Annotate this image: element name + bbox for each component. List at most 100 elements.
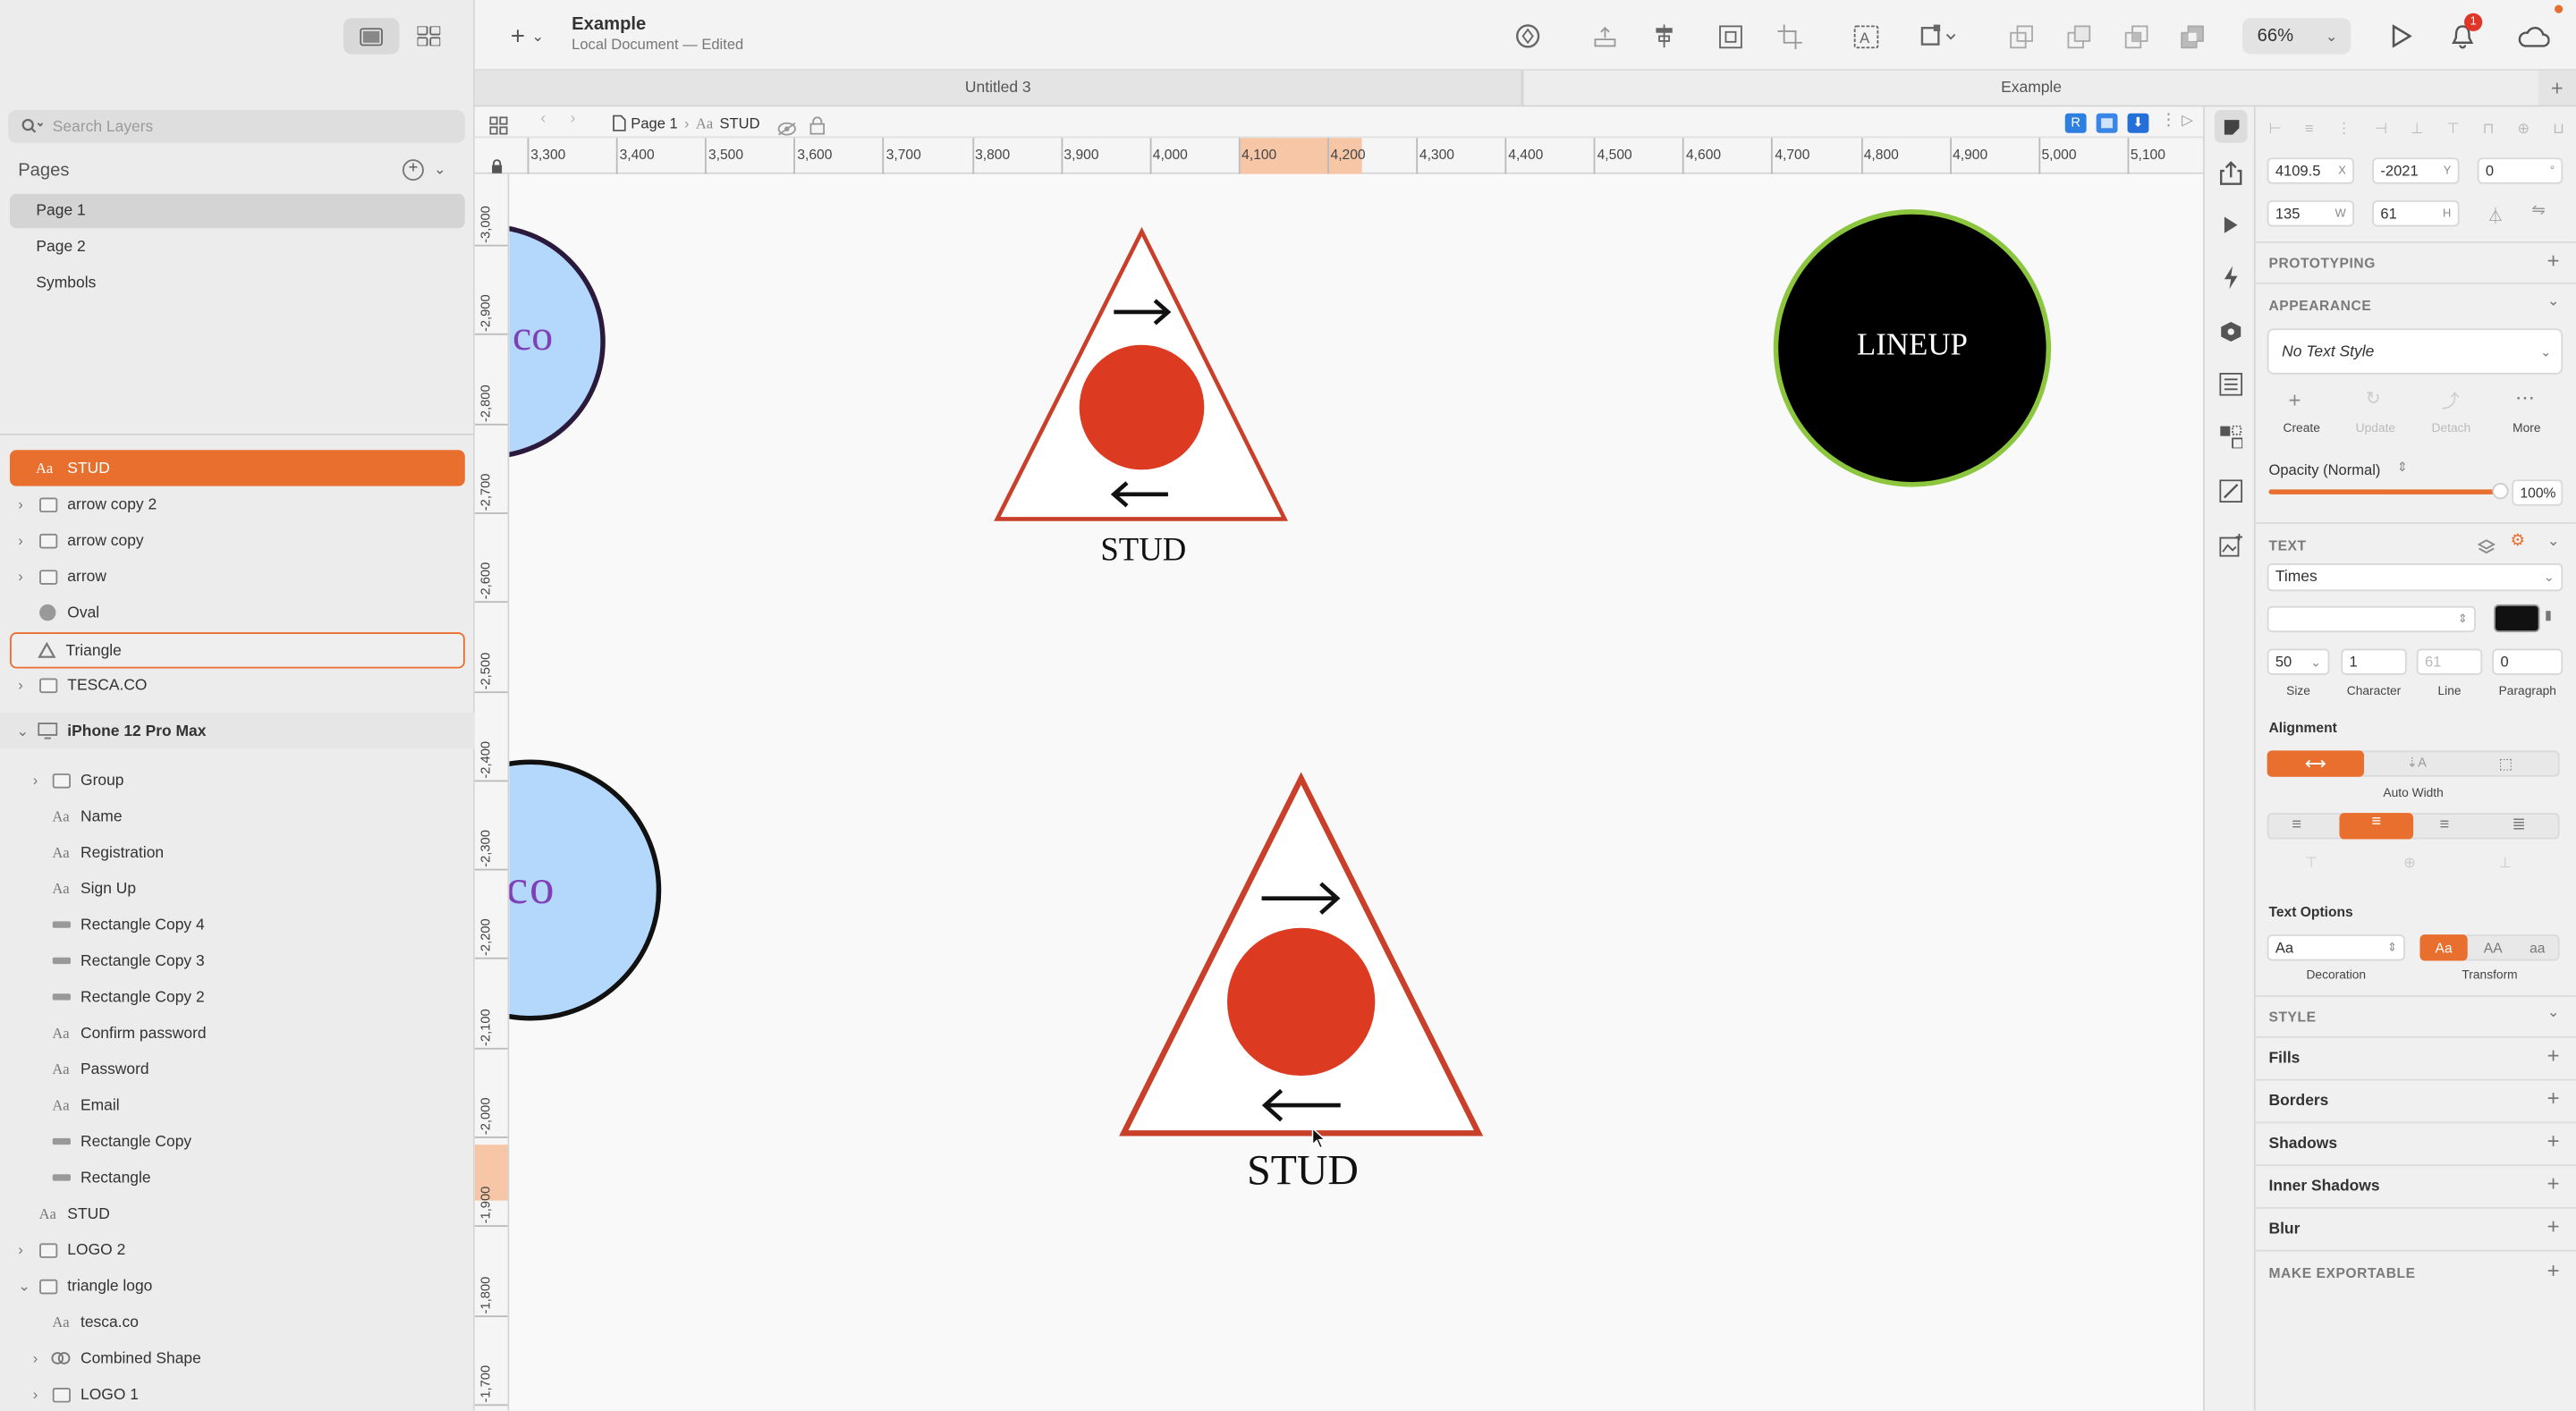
add-border-button[interactable]: + bbox=[2547, 1086, 2560, 1111]
play-icon[interactable] bbox=[2215, 208, 2248, 241]
breadcrumb-layer[interactable]: STUD bbox=[720, 115, 760, 131]
plugin-blue-icon[interactable]: R bbox=[2064, 113, 2087, 133]
layer-arrow-copy-2[interactable]: › arrow copy 2 bbox=[10, 486, 465, 522]
more-vertical-icon[interactable]: ⋮ bbox=[2160, 112, 2176, 130]
chevron-down-icon[interactable]: ⌄ bbox=[16, 722, 29, 739]
layer-rectangle-copy-4[interactable]: Rectangle Copy 4 bbox=[10, 907, 465, 942]
decoration-select[interactable]: Aa ⇕ bbox=[2267, 934, 2405, 961]
align-text-justify-icon[interactable]: ≣ bbox=[2512, 816, 2525, 834]
layer-tesca-co[interactable]: › TESCA.CO bbox=[10, 667, 465, 703]
layer-group[interactable]: › Group bbox=[10, 762, 465, 798]
breadcrumb-page[interactable]: Page 1 bbox=[631, 115, 677, 131]
opacity-slider-knob[interactable] bbox=[2492, 482, 2509, 500]
align-right-icon[interactable]: ⊤ bbox=[2446, 120, 2459, 139]
opacity-input[interactable]: 100% bbox=[2512, 479, 2563, 506]
new-tab-button[interactable]: + bbox=[2538, 71, 2576, 106]
layer-rectangle-copy-2[interactable]: Rectangle Copy 2 bbox=[10, 979, 465, 1015]
intersect-button[interactable] bbox=[2118, 18, 2154, 54]
layer-tesca-co-text[interactable]: Aa tesca.co bbox=[10, 1304, 465, 1339]
more-vertical-icon[interactable]: ⋮ bbox=[2336, 120, 2351, 139]
chevron-right-icon[interactable]: › bbox=[18, 568, 23, 584]
character-spacing-input[interactable]: 1 bbox=[2341, 648, 2407, 675]
font-weight-select[interactable]: ⇕ bbox=[2267, 605, 2476, 633]
artboard-iphone-12-pro-max[interactable]: ⌄ iPhone 12 Pro Max bbox=[0, 713, 475, 749]
layer-arrow-copy[interactable]: › arrow copy bbox=[10, 522, 465, 558]
add-inner-shadow-button[interactable]: + bbox=[2547, 1171, 2560, 1196]
width-input[interactable]: 135 W bbox=[2267, 200, 2354, 227]
layer-stud-selected[interactable]: Aa STUD bbox=[10, 450, 465, 486]
view-toggle-grid-button[interactable] bbox=[401, 18, 456, 54]
transform-uppercase-option[interactable]: AA bbox=[2470, 936, 2515, 959]
layer-stud[interactable]: Aa STUD bbox=[10, 1196, 465, 1231]
chevron-right-icon[interactable]: › bbox=[18, 532, 23, 548]
create-style-icon[interactable]: + bbox=[2289, 387, 2301, 412]
plugin-download-icon[interactable]: ⬇ bbox=[2127, 113, 2149, 133]
font-family-select[interactable]: Times ⌄ bbox=[2267, 562, 2563, 592]
tab-untitled-3[interactable]: Untitled 3 bbox=[475, 70, 1523, 106]
distribute-h-icon[interactable]: ⊣ bbox=[2375, 120, 2387, 139]
x-input[interactable]: 4109.5 X bbox=[2267, 157, 2354, 184]
create-symbol-button[interactable] bbox=[1510, 18, 1546, 54]
collapse-pages-chevron-icon[interactable]: ⌄ bbox=[434, 161, 446, 179]
align-left-icon[interactable]: ⊢ bbox=[2268, 120, 2281, 139]
add-page-button[interactable]: + bbox=[402, 159, 424, 182]
add-blur-button[interactable]: + bbox=[2547, 1213, 2560, 1238]
create-label[interactable]: Create bbox=[2268, 420, 2334, 435]
layer-oval[interactable]: Oval bbox=[10, 595, 465, 630]
triangle-logo-top[interactable] bbox=[992, 226, 1291, 525]
layer-password[interactable]: Aa Password bbox=[10, 1051, 465, 1086]
layer-logo-1[interactable]: › LOGO 1 bbox=[10, 1376, 465, 1411]
text-tool-button[interactable]: A bbox=[1848, 18, 1884, 54]
rotation-input[interactable]: 0 ° bbox=[2477, 157, 2563, 184]
text-style-layers-icon[interactable] bbox=[2477, 534, 2496, 563]
flip-icon[interactable]: ⇋ bbox=[2531, 202, 2545, 220]
resize-menu-button[interactable] bbox=[1914, 18, 1967, 54]
auto-height-icon[interactable]: ⇣A bbox=[2407, 756, 2427, 771]
lightning-icon[interactable] bbox=[2215, 261, 2248, 294]
text-color-swatch[interactable] bbox=[2494, 604, 2540, 633]
insert-menu-button[interactable]: + ⌄ bbox=[501, 18, 554, 54]
opacity-slider[interactable] bbox=[2268, 482, 2509, 500]
layer-registration[interactable]: Aa Registration bbox=[10, 834, 465, 870]
layer-rectangle-copy[interactable]: Rectangle Copy bbox=[10, 1123, 465, 1159]
add-prototyping-button[interactable]: + bbox=[2547, 248, 2560, 273]
auto-width-option[interactable] bbox=[2267, 750, 2365, 777]
more-icon[interactable]: ⋯ bbox=[2515, 386, 2535, 410]
chevron-right-icon[interactable]: › bbox=[18, 496, 23, 512]
text-settings-gear-icon[interactable]: ⚙ bbox=[2510, 532, 2524, 550]
layer-arrow[interactable]: › arrow bbox=[10, 558, 465, 594]
more-label[interactable]: More bbox=[2494, 420, 2559, 435]
design-tab-icon[interactable] bbox=[2214, 110, 2248, 143]
chevron-right-icon[interactable]: › bbox=[33, 1386, 38, 1402]
zoom-select[interactable]: 66% ⌄ bbox=[2242, 18, 2351, 55]
fixed-size-icon[interactable]: ⬚ bbox=[2499, 756, 2513, 773]
layer-triangle-hovered[interactable]: Triangle bbox=[10, 632, 465, 669]
layer-sign-up[interactable]: Aa Sign Up bbox=[10, 870, 465, 906]
align-top-icon[interactable]: ⊓ bbox=[2483, 120, 2495, 139]
upload-button[interactable] bbox=[1587, 18, 1623, 54]
triangle-logo-bottom[interactable] bbox=[1117, 770, 1487, 1139]
frame-button[interactable] bbox=[1712, 18, 1748, 54]
layer-combined-shape[interactable]: › Combined Shape bbox=[10, 1340, 465, 1376]
layer-rectangle[interactable]: Rectangle bbox=[10, 1160, 465, 1196]
align-text-left-icon[interactable]: ≡ bbox=[2292, 816, 2301, 834]
notifications-button[interactable]: 1 bbox=[2445, 13, 2483, 54]
line-height-input[interactable]: 61 bbox=[2416, 648, 2483, 675]
align-button[interactable] bbox=[1646, 18, 1682, 54]
add-export-button[interactable]: + bbox=[2547, 1258, 2560, 1283]
forward-arrow-icon[interactable]: › bbox=[570, 110, 575, 128]
layer-email[interactable]: Aa Email bbox=[10, 1087, 465, 1123]
stud-label-top[interactable]: STUD bbox=[1062, 532, 1226, 570]
chevron-right-icon[interactable]: › bbox=[33, 772, 38, 788]
add-shadow-button[interactable]: + bbox=[2547, 1128, 2560, 1153]
align-center-icon[interactable]: ⊥ bbox=[2411, 120, 2423, 139]
layer-logo-2[interactable]: › LOGO 2 bbox=[10, 1232, 465, 1268]
y-input[interactable]: -2021 Y bbox=[2372, 157, 2460, 184]
align-bottom-icon[interactable]: ⊔ bbox=[2553, 120, 2564, 139]
layer-confirm-password[interactable]: Aa Confirm password bbox=[10, 1015, 465, 1051]
page-item-1[interactable]: Page 1 bbox=[10, 193, 465, 229]
align-middle-icon[interactable]: ⊕ bbox=[2517, 120, 2529, 139]
hexagon-icon[interactable] bbox=[2215, 316, 2248, 349]
search-input[interactable]: Search Layers bbox=[8, 110, 465, 143]
text-style-select[interactable]: No Text Style ⌄ bbox=[2267, 328, 2563, 375]
